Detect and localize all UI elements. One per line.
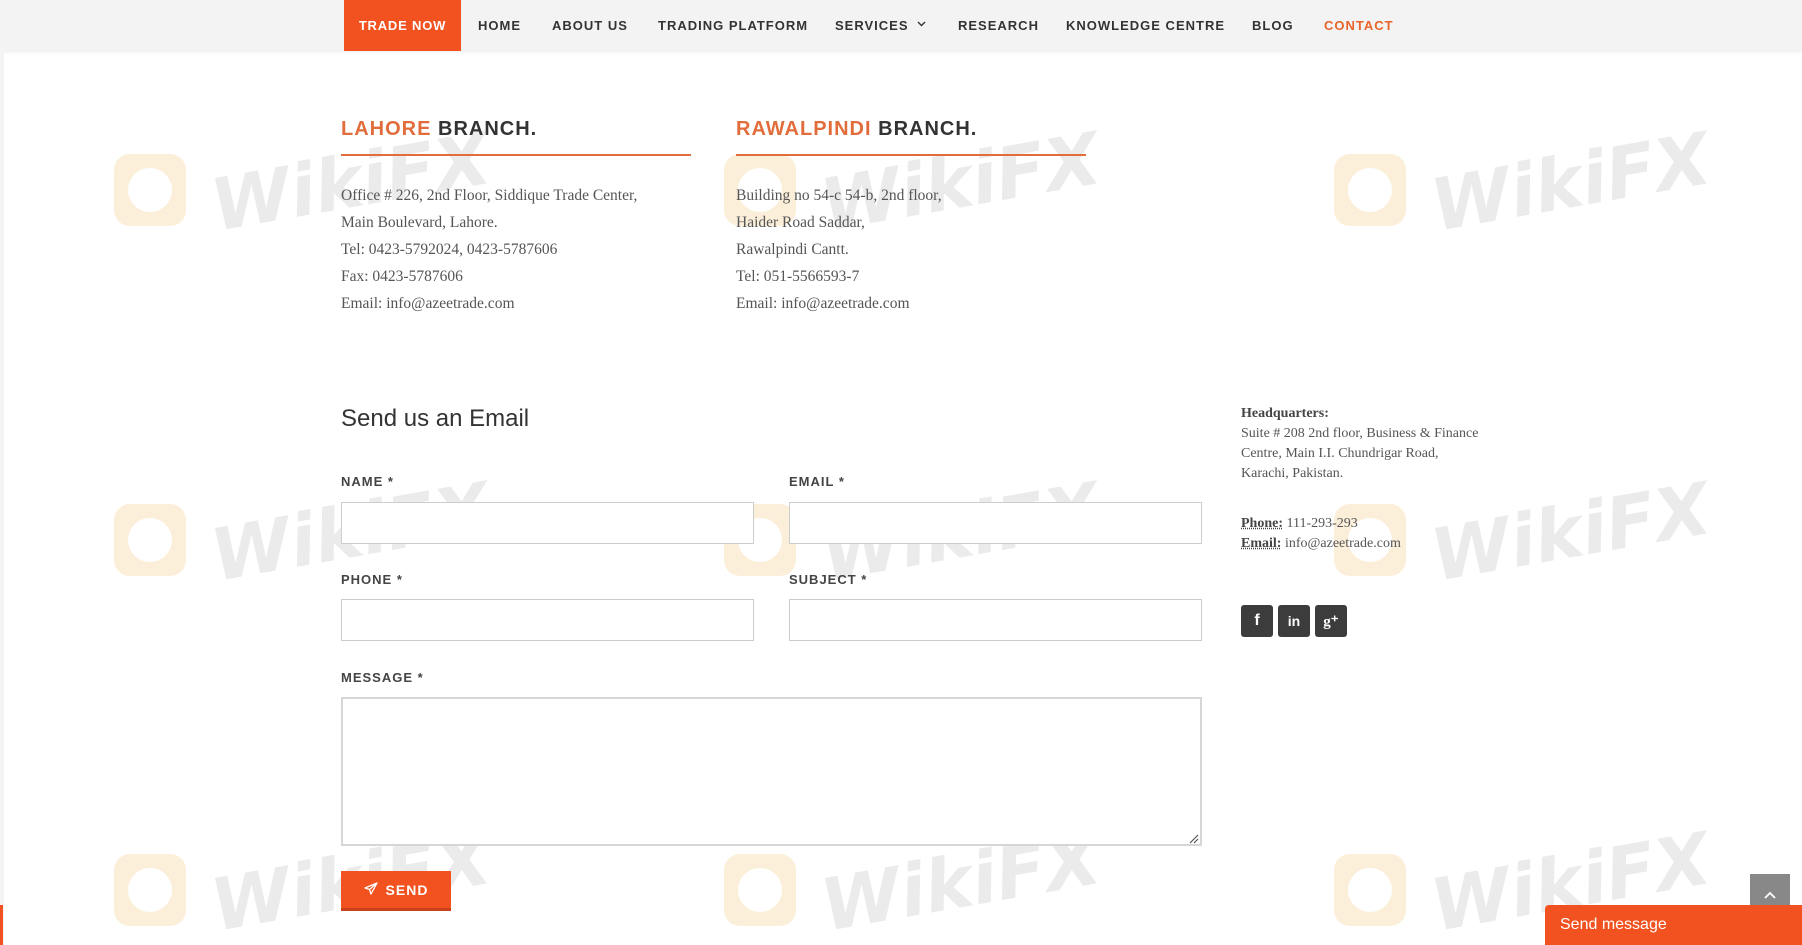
top-navbar: TRADE NOW HOME ABOUT US TRADING PLATFORM… [0, 0, 1802, 51]
phone-input[interactable] [341, 599, 754, 641]
send-button-label: SEND [385, 881, 429, 898]
linkedin-icon: in [1287, 613, 1301, 629]
branch-lahore: LAHORE BRANCH. Office # 226, 2nd Floor, … [341, 118, 691, 317]
hq-email-label: Email: [1241, 536, 1282, 551]
message-textarea[interactable] [341, 697, 1202, 846]
chevron-up-icon [1764, 886, 1776, 902]
page-left-edge [0, 51, 4, 945]
branch-suffix: BRANCH. [431, 118, 538, 140]
nav-item-blog[interactable]: BLOG [1252, 0, 1294, 51]
hq-phone-label: Phone: [1241, 516, 1283, 531]
branch-tel: Tel: 051-5566593-7 [736, 268, 860, 285]
watermark-logo-icon [114, 854, 186, 926]
paper-plane-icon [363, 881, 378, 898]
branch-line: Office # 226, 2nd Floor, Siddique Trade … [341, 187, 638, 204]
left-edge-tab[interactable] [0, 905, 3, 945]
facebook-icon: f [1254, 612, 1260, 629]
hq-email[interactable]: info@azeetrade.com [1285, 536, 1401, 551]
hq-email-row: Email: info@azeetrade.com [1241, 534, 1481, 554]
watermark: WikiFX [1330, 116, 1717, 250]
watermark-logo-icon [724, 854, 796, 926]
linkedin-button[interactable]: in [1278, 605, 1310, 637]
form-title: Send us an Email [341, 405, 530, 432]
watermark-logo-icon [1334, 154, 1406, 226]
branch-email: Email: info@azeetrade.com [736, 295, 910, 312]
branch-suffix: BRANCH. [871, 118, 978, 140]
facebook-button[interactable]: f [1241, 605, 1273, 637]
google-plus-icon: g⁺ [1323, 613, 1339, 630]
branch-address: Building no 54-c 54-b, 2nd floor, Haider… [736, 182, 1086, 317]
email-label: EMAIL * [789, 474, 845, 489]
phone-label: PHONE * [341, 572, 403, 587]
hq-phone-row: Phone: 111-293-293 [1241, 514, 1481, 534]
send-button[interactable]: SEND [341, 871, 451, 911]
nav-item-about-us[interactable]: ABOUT US [552, 0, 628, 51]
watermark-logo-icon [1334, 854, 1406, 926]
social-links: f in g⁺ [1241, 605, 1347, 637]
nav-item-services-label: SERVICES [835, 18, 909, 33]
subject-label: SUBJECT * [789, 572, 868, 587]
branch-fax: Fax: 0423-5787606 [341, 268, 463, 285]
hq-address: Suite # 208 2nd floor, Business & Financ… [1241, 426, 1479, 481]
nav-item-contact[interactable]: CONTACT [1324, 0, 1394, 51]
hq-phone: 111-293-293 [1286, 516, 1358, 531]
branch-line: Main Boulevard, Lahore. [341, 214, 498, 231]
branch-city: LAHORE [341, 118, 432, 140]
branch-email: Email: info@azeetrade.com [341, 295, 515, 312]
chevron-down-icon [917, 19, 926, 30]
email-input[interactable] [789, 502, 1202, 544]
branch-address: Office # 226, 2nd Floor, Siddique Trade … [341, 182, 691, 317]
watermark-text: WikiFX [1424, 116, 1717, 248]
trade-now-button[interactable]: TRADE NOW [344, 0, 461, 51]
branch-title: RAWALPINDI BRANCH. [736, 118, 1086, 156]
headquarters: Headquarters: Suite # 208 2nd floor, Bus… [1241, 404, 1481, 554]
send-message-widget[interactable]: Send message [1545, 905, 1802, 945]
branch-rawalpindi: RAWALPINDI BRANCH. Building no 54-c 54-b… [736, 118, 1086, 317]
nav-item-home[interactable]: HOME [478, 0, 521, 51]
nav-item-services[interactable]: SERVICES [835, 0, 926, 51]
nav-item-research[interactable]: RESEARCH [958, 0, 1039, 51]
name-label: NAME * [341, 474, 394, 489]
branch-line: Rawalpindi Cantt. [736, 241, 849, 258]
branch-line: Building no 54-c 54-b, 2nd floor, [736, 187, 942, 204]
branch-tel: Tel: 0423-5792024, 0423-5787606 [341, 241, 558, 258]
hq-contact: Phone: 111-293-293 Email: info@azeetrade… [1241, 514, 1481, 554]
nav-item-trading-platform[interactable]: TRADING PLATFORM [658, 0, 808, 51]
branch-city: RAWALPINDI [736, 118, 872, 140]
watermark-logo-icon [114, 154, 186, 226]
name-input[interactable] [341, 502, 754, 544]
watermark-logo-icon [114, 504, 186, 576]
subject-input[interactable] [789, 599, 1202, 641]
resize-grip-icon[interactable] [1187, 831, 1199, 844]
google-plus-button[interactable]: g⁺ [1315, 605, 1347, 637]
hq-title: Headquarters: [1241, 406, 1329, 421]
message-label: MESSAGE * [341, 670, 424, 685]
branch-line: Haider Road Saddar, [736, 214, 865, 231]
nav-item-knowledge-centre[interactable]: KNOWLEDGE CENTRE [1066, 0, 1225, 51]
branch-title: LAHORE BRANCH. [341, 118, 691, 156]
